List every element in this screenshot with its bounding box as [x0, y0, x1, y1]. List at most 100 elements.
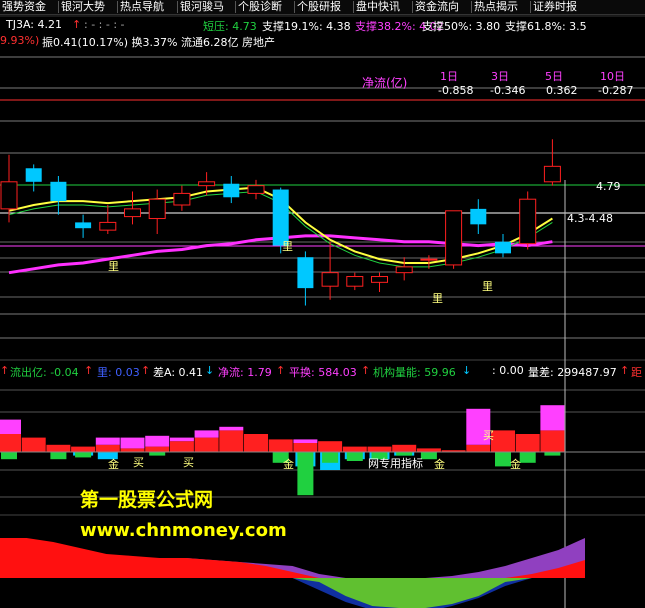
up-arrow: ↑: [72, 18, 82, 31]
li-mark: 里: [282, 240, 293, 253]
indicator-tj3a: TJ3A: 4.21: [6, 18, 62, 31]
price-label-low: 4.3-4.48: [567, 212, 613, 225]
mai-mark: 买: [133, 456, 144, 469]
candle-body: [420, 258, 438, 261]
up-arrow: ↑: [361, 364, 371, 377]
jingliu-label: 净流: 1.79: [218, 366, 272, 379]
candle-body: [495, 241, 511, 254]
flow-bar-magenta: [0, 419, 21, 434]
candle-body: [124, 208, 141, 218]
zero-label: : 0.00: [492, 364, 524, 377]
flow-bar-red: [466, 444, 491, 452]
flow-bar-green: [346, 452, 363, 461]
period-10d: 10日: [600, 70, 625, 83]
value-1d: -0.858: [438, 84, 474, 97]
flow-bar-red: [416, 448, 441, 452]
value-5d: 0.362: [546, 84, 578, 97]
support-50-label: 支撑50%: 3.80: [422, 20, 501, 33]
flow-bar-red: [145, 446, 170, 452]
flow-bar-magenta: [95, 437, 120, 445]
period-3d: 3日: [491, 70, 509, 83]
mai-mark: 买: [483, 429, 494, 442]
li-mark: 里: [108, 260, 119, 273]
candle-body: [470, 208, 487, 225]
li-label: 里: 0.03: [97, 366, 140, 379]
price-label-high: 4.79: [596, 180, 621, 193]
flow-bar-green: [544, 452, 561, 456]
flow-bar-magenta: [169, 437, 194, 442]
candle-body: [297, 257, 314, 289]
flow-bar-red: [194, 437, 219, 452]
candle-body: [148, 198, 166, 220]
flow-bar-green: [1, 452, 17, 460]
flow-bar-red: [515, 434, 540, 452]
flow-bar-red: [268, 439, 293, 452]
liuchu-label: 流出亿: -0.04: [10, 366, 79, 379]
flow-bar-red: [244, 434, 268, 452]
candle-body: [50, 181, 67, 202]
duan-ya-label: 短压: 4.73: [203, 20, 257, 33]
flow-bar-red: [120, 448, 145, 452]
pinghuan-label: 平换: 584.03: [289, 366, 357, 379]
candle-body: [223, 183, 240, 198]
flow-bar-magenta: [540, 405, 565, 431]
area-green: [0, 578, 585, 608]
flow-bar-green: [50, 452, 67, 460]
candle-body: [247, 185, 265, 194]
flow-bar-green: [297, 452, 314, 496]
flow-bar-red: [219, 430, 244, 452]
period-1d: 1日: [440, 70, 458, 83]
flow-bar-red: [95, 444, 120, 452]
jin-mark: 金: [510, 458, 521, 471]
support-618-label: 支撑61.8%: 3.5: [505, 20, 587, 33]
jin-mark: 金: [108, 458, 119, 471]
support-19-label: 支撑19.1%: 4.38: [262, 20, 351, 33]
flow-bar-green: [322, 452, 339, 463]
up-arrow: ↑: [84, 364, 94, 377]
down-arrow: ↓: [462, 364, 472, 377]
li-mark: 里: [482, 280, 493, 293]
candle-body: [321, 272, 339, 287]
up-arrow: ↑: [276, 364, 286, 377]
candle-body: [99, 221, 117, 231]
up-arrow: ↑: [620, 364, 630, 377]
flow-bar-red: [0, 434, 21, 452]
flow-bar-red: [318, 441, 343, 452]
flow-bar-red: [293, 443, 318, 452]
candle-body: [445, 210, 463, 266]
net-flow-title: 净流(亿): [362, 76, 408, 90]
flow-bar-green: [149, 452, 166, 456]
candle-body: [198, 181, 216, 187]
candle-body: [0, 181, 18, 210]
flow-bar-green: [495, 452, 511, 467]
flow-bar-red: [71, 446, 96, 452]
candle-body: [346, 276, 364, 287]
candle-body: [543, 165, 561, 183]
jigou-label: 机构量能: 59.96: [373, 366, 456, 379]
value-3d: -0.346: [490, 84, 526, 97]
liangcha-label: 量差: 299487.97: [528, 366, 617, 379]
header-dashes: : - : - : -: [84, 18, 125, 31]
flow-bar-red: [367, 446, 392, 452]
period-5d: 5日: [545, 70, 563, 83]
down-arrow: ↓: [205, 364, 215, 377]
mai-mark: 买: [183, 456, 194, 469]
candle-body: [395, 266, 413, 274]
candle-body: [519, 198, 537, 245]
flow-bar-red: [540, 430, 565, 452]
flow-bar-red: [46, 444, 71, 452]
flow-bar-magenta: [293, 439, 318, 443]
flow-bar-green: [519, 452, 536, 463]
left-arrow-mark: ↑: [0, 364, 10, 377]
up-arrow: ↑: [141, 364, 151, 377]
watermark-cn: 第一股票公式网: [80, 489, 214, 511]
flow-bar-red: [342, 446, 367, 452]
candle-body: [25, 168, 42, 182]
li-mark: 里: [432, 292, 443, 305]
stock-info: 振0.41(10.17%) 换3.37% 流通6.28亿 房地产: [42, 36, 275, 49]
candle-body: [371, 276, 388, 283]
flow-bar-red: [491, 430, 515, 452]
pct-change: 9.93%): [0, 34, 40, 47]
flow-bar-magenta: [194, 430, 219, 438]
jin-mark: 金: [283, 458, 294, 471]
